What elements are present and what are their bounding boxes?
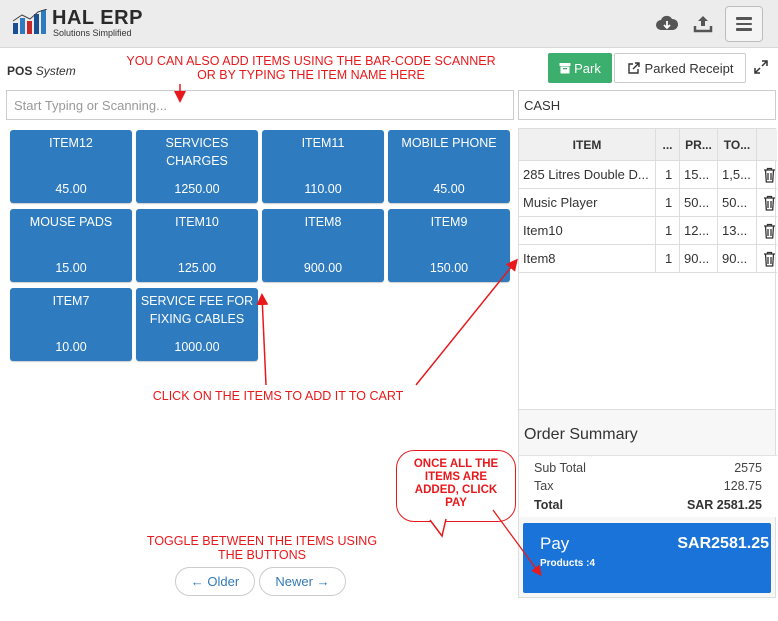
cart-header-qty[interactable]: ...	[656, 129, 680, 161]
hamburger-menu-icon	[736, 17, 752, 20]
item-tile[interactable]: ITEM10 125.00	[136, 209, 258, 282]
trash-icon[interactable]	[763, 223, 776, 239]
external-link-icon	[627, 61, 640, 74]
item-tile[interactable]: SERVICE FEE FOR FIXING CABLES 1000.00	[136, 288, 258, 361]
order-summary-body: Sub Total 2575 Tax 128.75 Total SAR 2581…	[519, 455, 777, 517]
cart-header-price[interactable]: PR...	[680, 129, 718, 161]
item-tile[interactable]: ITEM7 10.00	[10, 288, 132, 361]
item-tile[interactable]: ITEM8 900.00	[262, 209, 384, 282]
archive-icon	[559, 63, 571, 74]
trash-icon[interactable]	[763, 195, 776, 211]
pay-button[interactable]: Pay SAR2581.25 Products :4	[523, 523, 771, 593]
hal-erp-logo[interactable]: HAL ERP Solutions Simplified	[12, 7, 152, 39]
customer-input[interactable]	[518, 90, 776, 120]
total-row: Total SAR 2581.25	[534, 498, 762, 512]
hamburger-menu-button[interactable]	[725, 6, 763, 42]
cart-header-item[interactable]: ITEM	[519, 129, 656, 161]
item-tile[interactable]: ITEM11 110.00	[262, 130, 384, 203]
cart-row: Item10 1 12... 13...	[519, 217, 777, 245]
park-button[interactable]: Park	[548, 53, 612, 83]
top-bar: HAL ERP Solutions Simplified	[0, 0, 778, 48]
trash-icon[interactable]	[763, 167, 776, 183]
trash-icon[interactable]	[763, 251, 776, 267]
item-tile[interactable]: MOBILE PHONE 45.00	[388, 130, 510, 203]
newer-button[interactable]: Newer →	[259, 567, 346, 596]
subtotal-row: Sub Total 2575	[534, 461, 762, 475]
cart-row: 285 Litres Double D... 1 15... 1,5...	[519, 161, 777, 189]
logo-title: HAL ERP	[52, 7, 143, 29]
cart-header-total[interactable]: TO...	[718, 129, 757, 161]
cart-row: Music Player 1 50... 50...	[519, 189, 777, 217]
item-search-input[interactable]	[6, 90, 514, 120]
cloud-download-icon[interactable]	[655, 12, 679, 36]
order-summary-title: Order Summary	[524, 426, 638, 443]
item-tile[interactable]: ITEM12 45.00	[10, 130, 132, 203]
parked-receipt-button[interactable]: Parked Receipt	[614, 53, 746, 83]
cart-table: ITEM ... PR... TO... 285 Litres Double D…	[518, 128, 777, 410]
annotation-toggle: TOGGLE BETWEEN THE ITEMS USING THE BUTTO…	[146, 534, 378, 562]
cart-row: Item8 1 90... 90...	[519, 245, 777, 273]
annotation-click-items: CLICK ON THE ITEMS TO ADD IT TO CART	[152, 389, 404, 403]
pos-system-label: POS System	[7, 64, 76, 78]
fullscreen-expand-icon[interactable]	[750, 56, 772, 78]
upload-icon[interactable]	[691, 12, 715, 36]
logo-bars-icon	[12, 9, 48, 34]
item-tile[interactable]: ITEM9 150.00	[388, 209, 510, 282]
tax-row: Tax 128.75	[534, 479, 762, 493]
item-tile[interactable]: MOUSE PADS 15.00	[10, 209, 132, 282]
item-tile[interactable]: SERVICES CHARGES 1250.00	[136, 130, 258, 203]
annotation-scanner: YOU CAN ALSO ADD ITEMS USING THE BAR-COD…	[126, 54, 496, 82]
logo-subtitle: Solutions Simplified	[53, 28, 132, 38]
annotation-bubble-text: ONCE ALL THE ITEMS ARE ADDED, CLICK PAY	[413, 458, 499, 509]
cart-header-row: ITEM ... PR... TO...	[519, 129, 777, 161]
older-button[interactable]: ← Older	[175, 567, 255, 596]
